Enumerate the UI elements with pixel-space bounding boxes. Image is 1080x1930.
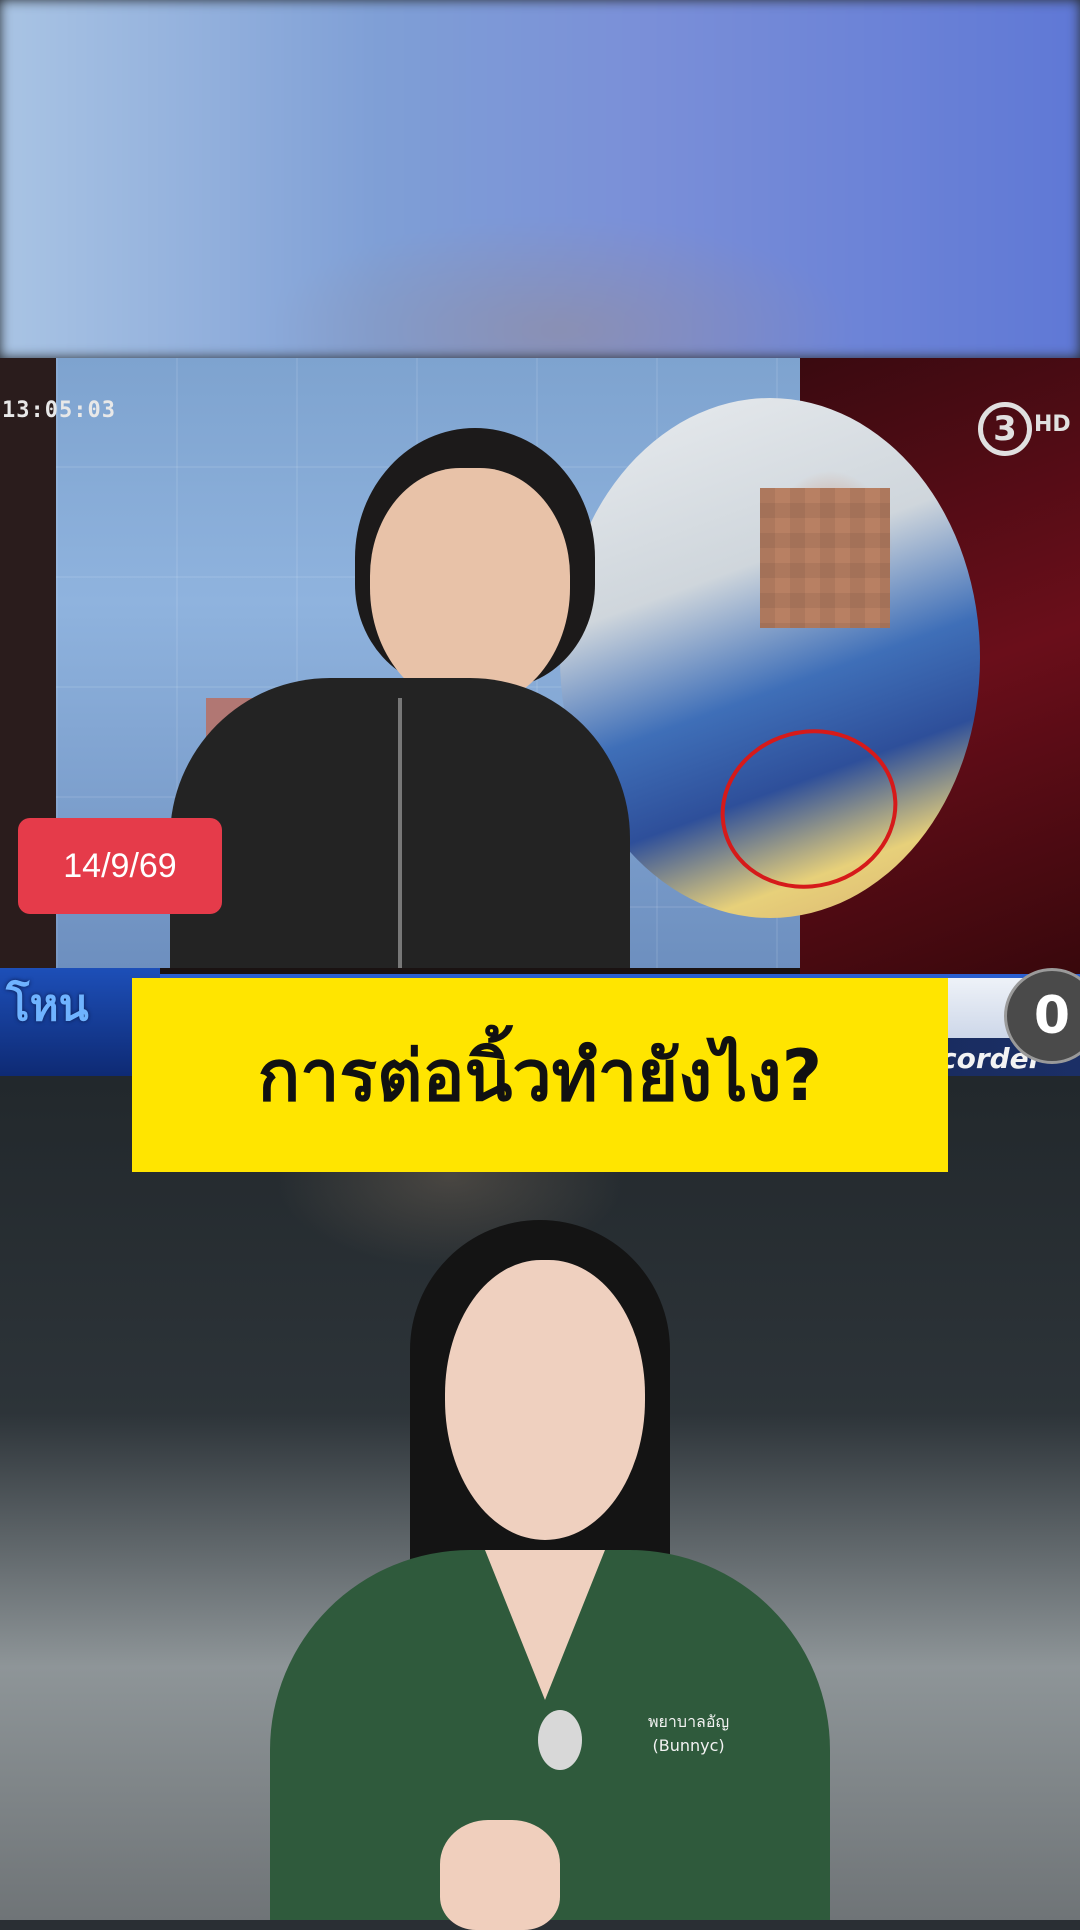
presenter-hand xyxy=(440,1820,560,1930)
caption-banner: การต่อนิ้วทำยังไง? xyxy=(132,978,948,1172)
clip-timestamp: 13:05:03 xyxy=(2,398,116,423)
embroidery-line-2: (Bunnyc) xyxy=(652,1736,725,1755)
channel-hd-label: HD xyxy=(1034,412,1071,437)
presenter-name-embroidery: พยาบาลอัญ (Bunnyc) xyxy=(648,1710,729,1758)
hoodie-zipper xyxy=(398,698,402,968)
pixelated-face xyxy=(760,488,890,628)
program-logo-text: โหน xyxy=(6,980,89,1031)
channel-logo-icon: 3 xyxy=(978,402,1032,456)
interviewee-face xyxy=(370,468,570,708)
news-interviewee xyxy=(170,428,630,968)
news-clip-frame: 13:05:03 3 HD โหน corder 0 xyxy=(0,358,1080,1076)
embroidery-line-1: พยาบาลอัญ xyxy=(648,1712,730,1731)
scrubs-vneck xyxy=(485,1550,605,1700)
date-badge: 14/9/69 xyxy=(18,818,222,914)
caption-text: การต่อนิ้วทำยังไง? xyxy=(257,1034,823,1117)
presenter: พยาบาลอัญ (Bunnyc) xyxy=(270,1220,830,1930)
lapel-mic-icon xyxy=(538,1710,582,1770)
blurred-top-background xyxy=(0,0,1080,358)
presenter-face xyxy=(445,1260,645,1540)
